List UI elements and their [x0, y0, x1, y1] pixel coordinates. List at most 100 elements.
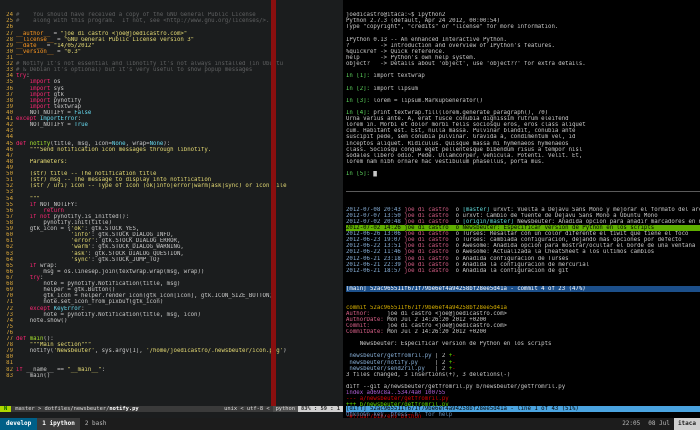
- text-span: joe di castro <joe@joedicastro.com>: [387, 310, 507, 317]
- text-span: : gtk.STOCK_DIALOG_ERROR,: [94, 238, 181, 245]
- text-span: : gtk.STOCK_JUMP_TO}: [91, 256, 160, 263]
- commit-author: joe di castro: [404, 261, 456, 268]
- text-span: help -> Python's own help system.: [346, 55, 477, 62]
- commit-author: joe di castro: [404, 212, 456, 219]
- text-span: import: [29, 103, 51, 110]
- pane-separator: [346, 191, 700, 193]
- text-span: (str / uri) icon -- Type of icon (ok|inf…: [16, 183, 287, 190]
- tmux-clock: 22:05: [622, 419, 641, 427]
- text-span: import textwrap: [373, 73, 425, 80]
- code-line: 83 main(): [0, 373, 343, 379]
- tmux-window-tab[interactable]: 2 bash: [80, 418, 112, 430]
- ipython-terminal[interactable]: joedicastro@itaca:~$ ipython2 Python 2.7.…: [346, 12, 700, 177]
- text-span: __version__: [16, 48, 54, 55]
- tmux-window-tab[interactable]: 1 ipython: [37, 418, 80, 430]
- commit-date: 2012-06-21 18:57: [346, 267, 405, 274]
- commit-message: Turses: cambiada configuración, dejando …: [462, 237, 682, 244]
- text-span: In [5]:: [346, 171, 374, 178]
- text-span: import: [29, 85, 51, 92]
- text-span: class. Sociosqu congue eget pellentesque…: [346, 146, 583, 153]
- text-span: ():: [43, 336, 54, 343]
- text-span: ? -> Introduction and overview of IPytho…: [346, 42, 555, 49]
- text-span: '/home/joedicastro/.newsbeuter/icon.png': [146, 348, 284, 355]
- text-span: joe di castro <joe@joedicastro.com>: [387, 322, 507, 329]
- text-span: note.show(): [16, 317, 68, 324]
- text-span: [16, 147, 30, 153]
- text-span: None: [149, 140, 164, 147]
- text-span: :: [101, 366, 106, 373]
- text-span: note = pynotify.Notification(title, msg,…: [16, 311, 201, 318]
- text-span: notify(: [16, 348, 54, 355]
- text-span: inceptos aliquet. Ridiculus. Quisque mas…: [346, 140, 569, 147]
- text-span: In [2]:: [346, 85, 374, 92]
- text-span: [16, 238, 71, 244]
- text-span: [16, 257, 71, 263]
- text-span: [16, 98, 30, 104]
- text-span: NOT_NOTIFY =: [16, 110, 75, 116]
- commit-message: Turses: Resaltar con un color diferente …: [462, 231, 689, 238]
- commit-author: joe di castro: [404, 249, 456, 256]
- tmux-session-name[interactable]: develop: [0, 418, 38, 430]
- text-span: [16, 232, 71, 238]
- text-span: %quickref -> Quick reference.: [346, 48, 446, 55]
- text-span: -: [452, 359, 456, 366]
- commit-author: joe di castro: [404, 255, 456, 262]
- text-span: [16, 208, 43, 214]
- commit-date: 2012-06-21 22:39: [346, 261, 405, 268]
- vim-editor-pane[interactable]: 24 # You should have received a copy of t…: [0, 0, 343, 406]
- text-span: joedicastro@itaca:~$ ipython2: [346, 12, 446, 19]
- tmux-hostname: itaca: [673, 418, 700, 430]
- text-span: [16, 342, 30, 348]
- commit-row[interactable]: 2012-06-21 18:57 joe di castro o Añadida…: [346, 268, 700, 274]
- text-span: newsbeuter/send2ril.py: [346, 365, 436, 372]
- tmux-date: 08 Jul: [648, 419, 670, 427]
- text-span: 'sync': [70, 256, 92, 263]
- commit-message: Newsbeuter: Añadida opción para añadir m…: [517, 218, 700, 225]
- commit-author: joe di castro: [404, 225, 456, 232]
- tig-main-status: [main] 52ac965511f671f79be6ef4a94258bf28…: [346, 286, 700, 293]
- text-span: , sys.argv[1],: [94, 348, 147, 355]
- text-span: """Main section""": [29, 342, 92, 349]
- tig-log-view[interactable]: 2012-07-08 20:43 joe di castro o [master…: [346, 207, 700, 274]
- tmux-statusbar: develop 1 ipython 2 bash 22:05 08 Jul it…: [0, 418, 700, 430]
- text-span: [16, 79, 30, 85]
- text-span: __author__: [16, 30, 51, 37]
- tig-diff-view[interactable]: commit 52ac965511f671f79be6ef4a94258bf28…: [346, 305, 700, 418]
- text-span: __name__ ==: [22, 366, 68, 373]
- text-span: In [4]:: [346, 110, 374, 116]
- text-span: -: [452, 365, 456, 372]
- text-span: except: [16, 116, 37, 123]
- text-span: -: [452, 353, 456, 360]
- text-span: note = pynotify.Notification(title, msg): [16, 281, 181, 288]
- commit-date: 2012-07-07 13:50: [346, 212, 405, 219]
- text-span: Mon Jul 2 14:26:20 2012 +0200: [387, 316, 487, 323]
- text-span: ImportError: [39, 116, 78, 123]
- text-span: textwrap: [50, 103, 82, 110]
- text-span: # You should have received a copy of the…: [16, 12, 256, 19]
- text-span: Mon Jul 2 14:26:20 2012 +0200: [387, 328, 487, 335]
- text-span: [16, 214, 30, 220]
- text-span: try: [16, 73, 27, 80]
- text-span: : gtk.STOCK_DIALOG_WARNING,: [91, 244, 184, 251]
- vim-code-lines[interactable]: 24 # You should have received a copy of t…: [0, 12, 343, 379]
- commit-message: Añadida configuración de Turses: [462, 255, 569, 262]
- text-span: # along with this program. If not, see <…: [16, 18, 270, 25]
- text-span: NOT_NOTIFY =: [16, 122, 75, 129]
- text-span: print textwrap.fill(lorem.generate_parag…: [373, 110, 549, 116]
- text-span: [16, 86, 30, 92]
- right-pane[interactable]: joedicastro@itaca:~$ ipython2 Python 2.7.…: [346, 0, 700, 418]
- text-span: [16, 244, 71, 250]
- text-span: [16, 263, 30, 269]
- text-span: :: [77, 116, 82, 123]
- text-span: None: [111, 140, 126, 147]
- commit-date: 2012-06-22 11:46: [346, 249, 405, 256]
- text-span: "GNU General Public License version 3": [63, 36, 195, 43]
- text-span: : gtk.STOCK_DIALOG_QUESTION,: [87, 250, 184, 257]
- text-span: lorem = lipsum.MarkupGenerator(): [373, 97, 483, 104]
- text-span: note.set_icon_from_pixbuf(gtk_icon): [16, 299, 164, 306]
- commit-message: Awesome: Añadida opción para mostrar/ocu…: [462, 243, 696, 250]
- text-span: --- a/newsbeuter/getfromril.py: [346, 396, 449, 403]
- text-span: sodales libero odio. Pede. Ullamcorper, …: [346, 152, 583, 159]
- text-span: """: [16, 195, 40, 202]
- text-span: pynotify.is_initted():: [50, 213, 130, 220]
